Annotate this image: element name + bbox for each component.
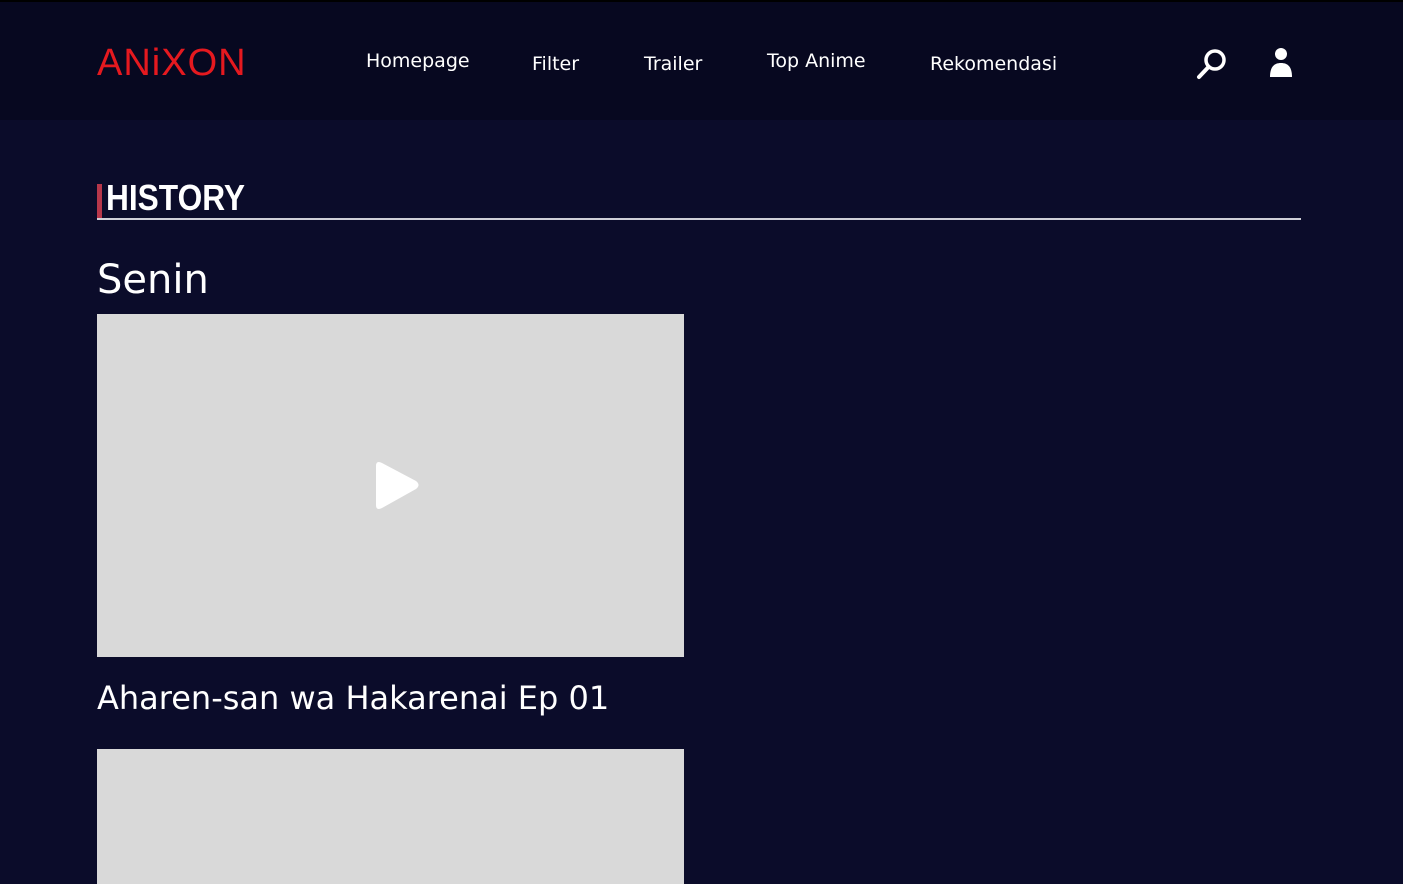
nav-rekomendasi[interactable]: Rekomendasi	[930, 52, 1057, 76]
section-divider	[97, 218, 1301, 220]
day-heading: Senin	[97, 257, 209, 303]
nav-top-anime[interactable]: Top Anime	[767, 49, 866, 73]
video-title[interactable]: Aharen-san wa Hakarenai Ep 01	[97, 676, 609, 720]
nav-filter[interactable]: Filter	[532, 52, 579, 76]
top-navbar: ANiXON Homepage Filter Trailer Top Anime…	[0, 0, 1403, 120]
video-thumbnail[interactable]	[97, 749, 684, 884]
section-heading: HISTORY	[97, 176, 264, 220]
search-icon[interactable]	[1196, 47, 1228, 81]
play-icon[interactable]	[372, 458, 422, 513]
section-title: HISTORY	[106, 177, 246, 218]
section-accent-bar	[97, 184, 102, 218]
nav-trailer[interactable]: Trailer	[644, 52, 702, 76]
user-icon[interactable]	[1268, 47, 1294, 79]
site-logo[interactable]: ANiXON	[97, 42, 247, 84]
nav-homepage[interactable]: Homepage	[366, 49, 470, 73]
